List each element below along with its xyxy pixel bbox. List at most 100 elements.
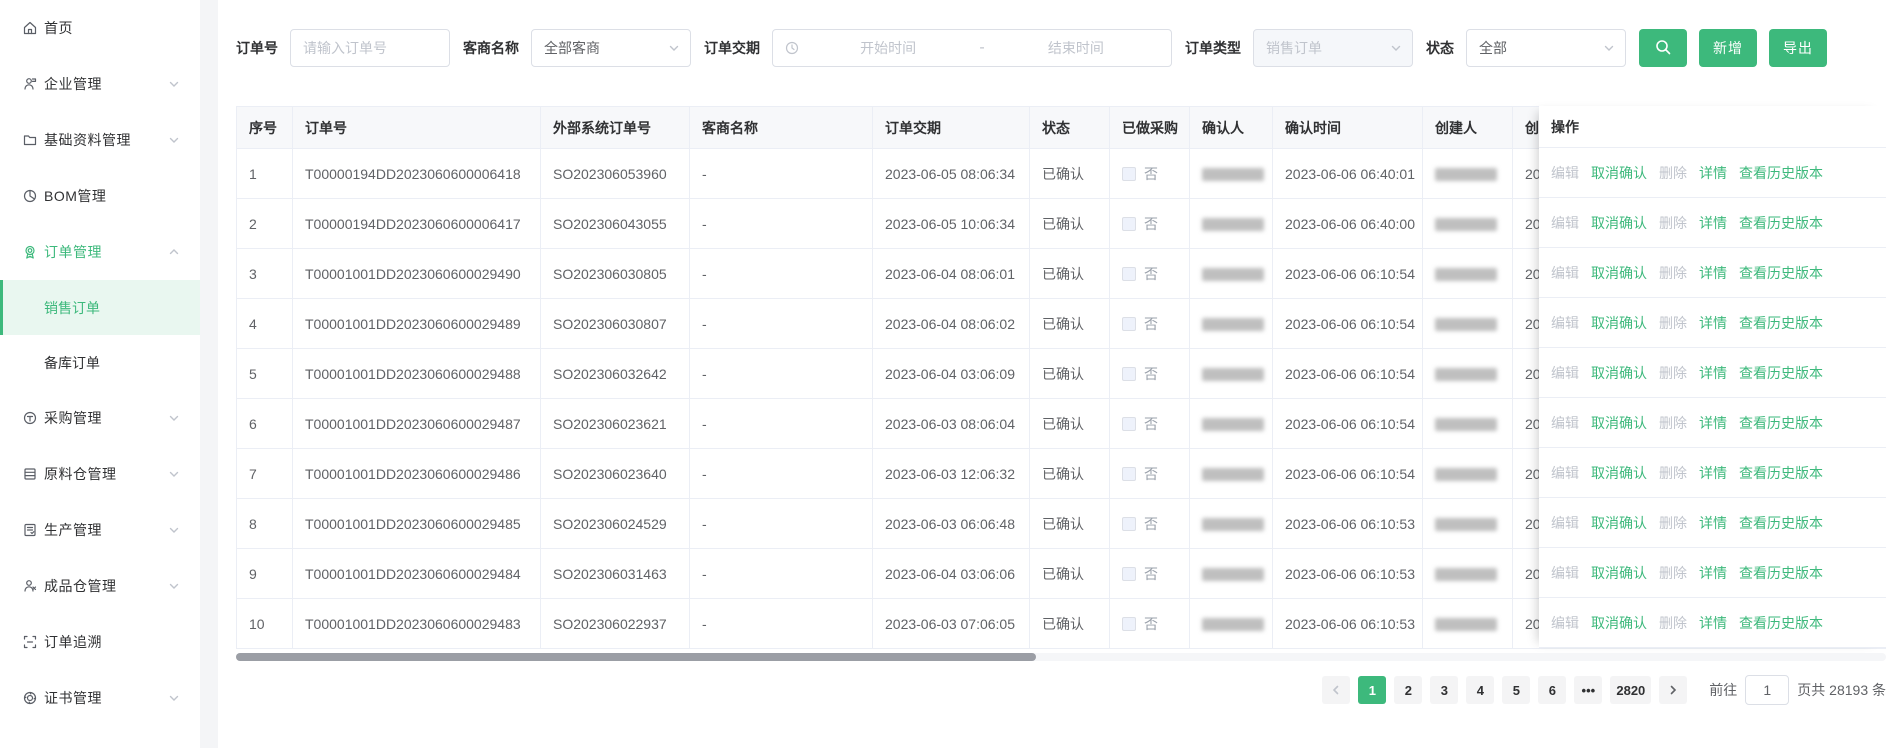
checkbox-unchecked[interactable] (1122, 617, 1136, 631)
action-enabled-link[interactable]: 取消确认 (1591, 613, 1647, 633)
action-disabled-link[interactable]: 编辑 (1551, 463, 1579, 483)
checkbox-unchecked[interactable] (1122, 217, 1136, 231)
action-disabled-link[interactable]: 删除 (1659, 213, 1687, 233)
sidebar-item-9[interactable]: 成品仓管理 (0, 558, 200, 614)
sidebar-subitem-备库订单[interactable]: 备库订单 (0, 335, 200, 390)
action-enabled-link[interactable]: 详情 (1699, 613, 1727, 633)
action-disabled-link[interactable]: 编辑 (1551, 313, 1579, 333)
sidebar-item-3[interactable]: 基础资料管理 (0, 112, 200, 168)
action-disabled-link[interactable]: 删除 (1659, 163, 1687, 183)
sidebar-item-5[interactable]: 订单管理 (0, 224, 200, 280)
action-disabled-link[interactable]: 删除 (1659, 613, 1687, 633)
action-disabled-link[interactable]: 编辑 (1551, 263, 1579, 283)
more-pages-button[interactable]: ••• (1574, 676, 1602, 704)
checkbox-unchecked[interactable] (1122, 467, 1136, 481)
checkbox-unchecked[interactable] (1122, 267, 1136, 281)
action-enabled-link[interactable]: 查看历史版本 (1739, 313, 1823, 333)
page-button-6[interactable]: 6 (1538, 676, 1566, 704)
action-enabled-link[interactable]: 查看历史版本 (1739, 613, 1823, 633)
checkbox-unchecked[interactable] (1122, 367, 1136, 381)
page-button-2[interactable]: 2 (1394, 676, 1422, 704)
page-button-4[interactable]: 4 (1466, 676, 1494, 704)
horizontal-scrollbar-track[interactable] (236, 653, 1886, 661)
add-button[interactable]: 新增 (1699, 29, 1757, 67)
action-enabled-link[interactable]: 取消确认 (1591, 263, 1647, 283)
action-enabled-link[interactable]: 取消确认 (1591, 463, 1647, 483)
export-button[interactable]: 导出 (1769, 29, 1827, 67)
cell-confirm-time: 2023-06-06 06:10:54 (1273, 349, 1423, 399)
action-enabled-link[interactable]: 详情 (1699, 313, 1727, 333)
action-disabled-link[interactable]: 编辑 (1551, 413, 1579, 433)
action-enabled-link[interactable]: 查看历史版本 (1739, 363, 1823, 383)
prev-page-button[interactable] (1322, 676, 1350, 704)
action-enabled-link[interactable]: 查看历史版本 (1739, 213, 1823, 233)
start-date-input[interactable] (805, 40, 971, 56)
sidebar-item-4[interactable]: BOM管理 (0, 168, 200, 224)
action-enabled-link[interactable]: 详情 (1699, 163, 1727, 183)
action-enabled-link[interactable]: 查看历史版本 (1739, 413, 1823, 433)
horizontal-scrollbar-thumb[interactable] (236, 653, 1036, 661)
due-date-range-picker[interactable]: - (772, 29, 1172, 67)
action-enabled-link[interactable]: 查看历史版本 (1739, 463, 1823, 483)
page-button-2820[interactable]: 2820 (1610, 676, 1651, 704)
action-disabled-link[interactable]: 删除 (1659, 263, 1687, 283)
cell-confirmer (1190, 449, 1273, 499)
sidebar-subitem-销售订单[interactable]: 销售订单 (0, 280, 200, 335)
sidebar-item-6[interactable]: 采购管理 (0, 390, 200, 446)
action-enabled-link[interactable]: 查看历史版本 (1739, 263, 1823, 283)
action-disabled-link[interactable]: 删除 (1659, 313, 1687, 333)
action-enabled-link[interactable]: 详情 (1699, 563, 1727, 583)
action-enabled-link[interactable]: 查看历史版本 (1739, 563, 1823, 583)
search-button[interactable] (1639, 29, 1687, 67)
action-disabled-link[interactable]: 删除 (1659, 513, 1687, 533)
action-enabled-link[interactable]: 详情 (1699, 413, 1727, 433)
action-enabled-link[interactable]: 取消确认 (1591, 163, 1647, 183)
sidebar-item-1[interactable]: 首页 (0, 0, 200, 56)
sidebar-item-10[interactable]: 订单追溯 (0, 614, 200, 670)
action-enabled-link[interactable]: 详情 (1699, 263, 1727, 283)
action-enabled-link[interactable]: 取消确认 (1591, 413, 1647, 433)
action-enabled-link[interactable]: 查看历史版本 (1739, 513, 1823, 533)
checkbox-unchecked[interactable] (1122, 567, 1136, 581)
action-enabled-link[interactable]: 取消确认 (1591, 313, 1647, 333)
checkbox-unchecked[interactable] (1122, 417, 1136, 431)
action-disabled-link[interactable]: 删除 (1659, 563, 1687, 583)
action-disabled-link[interactable]: 编辑 (1551, 213, 1579, 233)
checkbox-unchecked[interactable] (1122, 317, 1136, 331)
sidebar-item-2[interactable]: 企业管理 (0, 56, 200, 112)
page-button-3[interactable]: 3 (1430, 676, 1458, 704)
action-disabled-link[interactable]: 编辑 (1551, 613, 1579, 633)
cell-customer: - (690, 549, 873, 599)
action-enabled-link[interactable]: 取消确认 (1591, 363, 1647, 383)
action-enabled-link[interactable]: 取消确认 (1591, 513, 1647, 533)
end-date-input[interactable] (993, 40, 1159, 56)
order-no-input[interactable] (290, 29, 450, 67)
next-page-button[interactable] (1659, 676, 1687, 704)
goto-page-input[interactable] (1745, 675, 1789, 705)
action-enabled-link[interactable]: 详情 (1699, 213, 1727, 233)
action-enabled-link[interactable]: 取消确认 (1591, 213, 1647, 233)
status-select[interactable]: 全部 (1466, 29, 1626, 67)
page-button-5[interactable]: 5 (1502, 676, 1530, 704)
checkbox-unchecked[interactable] (1122, 167, 1136, 181)
cell-due-date: 2023-06-04 08:06:01 (873, 249, 1030, 299)
checkbox-unchecked[interactable] (1122, 517, 1136, 531)
action-enabled-link[interactable]: 查看历史版本 (1739, 163, 1823, 183)
action-enabled-link[interactable]: 详情 (1699, 463, 1727, 483)
sidebar-item-8[interactable]: 生产管理 (0, 502, 200, 558)
customer-select[interactable]: 全部客商 (531, 29, 691, 67)
action-disabled-link[interactable]: 删除 (1659, 413, 1687, 433)
action-disabled-link[interactable]: 删除 (1659, 463, 1687, 483)
page-button-1[interactable]: 1 (1358, 676, 1386, 704)
action-enabled-link[interactable]: 详情 (1699, 363, 1727, 383)
action-disabled-link[interactable]: 编辑 (1551, 163, 1579, 183)
action-enabled-link[interactable]: 取消确认 (1591, 563, 1647, 583)
purchased-checkbox-group: 否 (1122, 364, 1177, 384)
sidebar-item-11[interactable]: 证书管理 (0, 670, 200, 726)
action-enabled-link[interactable]: 详情 (1699, 513, 1727, 533)
action-disabled-link[interactable]: 编辑 (1551, 363, 1579, 383)
action-disabled-link[interactable]: 删除 (1659, 363, 1687, 383)
action-disabled-link[interactable]: 编辑 (1551, 563, 1579, 583)
sidebar-item-7[interactable]: 原料仓管理 (0, 446, 200, 502)
action-disabled-link[interactable]: 编辑 (1551, 513, 1579, 533)
